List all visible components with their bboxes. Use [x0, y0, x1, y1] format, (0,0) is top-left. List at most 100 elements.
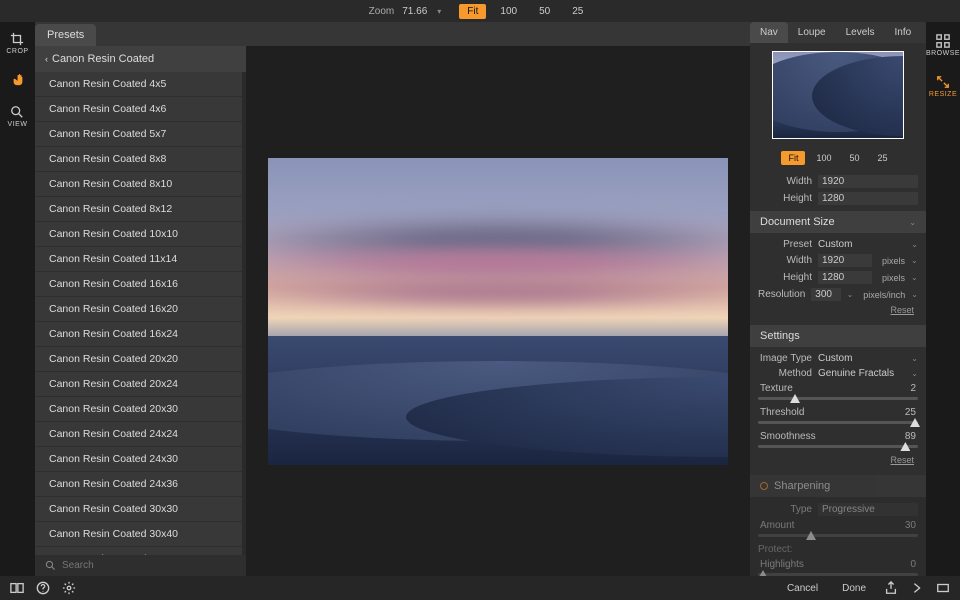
doc-height-input[interactable]: 1280 — [818, 271, 872, 284]
done-button[interactable]: Done — [836, 581, 872, 596]
doc-reset[interactable]: Reset — [758, 303, 918, 317]
search-input[interactable] — [62, 560, 236, 571]
view-tool[interactable]: VIEW — [8, 105, 28, 128]
settings-reset[interactable]: Reset — [758, 453, 918, 467]
preset-item[interactable]: Canon Resin Coated 10x10 — [35, 222, 242, 247]
width-value[interactable]: 1920 — [818, 175, 918, 188]
resize-icon — [936, 75, 950, 89]
resolution-input[interactable]: 300 — [811, 288, 840, 301]
height-unit[interactable]: pixels — [882, 273, 905, 283]
preset-item[interactable]: Canon Resin Coated 24x30 — [35, 447, 242, 472]
zoom-25-button[interactable]: 25 — [564, 4, 591, 19]
chevron-down-icon[interactable]: ⌄ — [911, 369, 918, 378]
presets-panel: ‹ Canon Resin Coated Canon Resin Coated … — [35, 46, 246, 576]
left-tabs: Presets — [35, 22, 750, 46]
highlights-slider[interactable]: Highlights0 — [758, 557, 918, 576]
doc-width-input[interactable]: 1920 — [818, 254, 872, 267]
preset-item[interactable]: Canon Resin Coated 16x20 — [35, 297, 242, 322]
pan-tool[interactable] — [11, 73, 25, 87]
info-tab[interactable]: Info — [885, 22, 922, 43]
nav-tab[interactable]: Nav — [750, 22, 788, 43]
preset-item[interactable]: Canon Resin Coated 24x36 — [35, 472, 242, 497]
chevron-down-icon[interactable]: ⌄ — [911, 354, 918, 363]
preset-item[interactable]: Canon Resin Coated 24x24 — [35, 422, 242, 447]
loupe-tab[interactable]: Loupe — [788, 22, 836, 43]
crop-icon — [10, 32, 24, 46]
canvas[interactable] — [246, 46, 750, 576]
nav-zoom-row: Fit 100 50 25 — [750, 147, 926, 173]
settings-body: Image TypeCustom⌄ MethodGenuine Fractals… — [750, 347, 926, 475]
sharpening-header[interactable]: Sharpening — [750, 475, 926, 497]
chevron-down-icon[interactable]: ▾ — [437, 7, 441, 16]
protect-label: Protect: — [758, 542, 918, 557]
preset-item[interactable]: Canon Resin Coated 8x12 — [35, 197, 242, 222]
chevron-down-icon[interactable]: ⌄ — [911, 290, 918, 299]
image-type-select[interactable]: Custom — [818, 353, 905, 364]
crop-tool[interactable]: CROP — [6, 32, 28, 55]
document-size-header[interactable]: Document Size⌄ — [750, 211, 926, 233]
preset-item[interactable]: Canon Resin Coated 5x7 — [35, 122, 242, 147]
preset-item[interactable]: Canon Resin Coated 30x45 — [35, 547, 242, 555]
texture-slider[interactable]: Texture2 — [758, 381, 918, 405]
cancel-button[interactable]: Cancel — [781, 581, 824, 596]
zoom-100-button[interactable]: 100 — [492, 4, 525, 19]
help-icon[interactable] — [36, 581, 50, 595]
right-toolbar: BROWSE RESIZE — [926, 22, 960, 576]
presets-tab[interactable]: Presets — [35, 24, 96, 46]
hand-icon — [11, 73, 25, 87]
height-label: Height — [758, 193, 812, 204]
preset-item[interactable]: Canon Resin Coated 4x6 — [35, 97, 242, 122]
export-icon[interactable] — [884, 581, 898, 595]
dual-view-icon[interactable] — [10, 581, 24, 595]
preset-item[interactable]: Canon Resin Coated 30x30 — [35, 497, 242, 522]
width-unit[interactable]: pixels — [882, 256, 905, 266]
nav-zoom-fit[interactable]: Fit — [781, 151, 805, 165]
preset-item[interactable]: Canon Resin Coated 30x40 — [35, 522, 242, 547]
preset-list[interactable]: Canon Resin Coated 4x5Canon Resin Coated… — [35, 72, 246, 555]
chevron-down-icon[interactable]: ⌄ — [911, 273, 918, 282]
height-value[interactable]: 1280 — [818, 192, 918, 205]
toggle-icon[interactable] — [760, 482, 768, 490]
preset-item[interactable]: Canon Resin Coated 20x30 — [35, 397, 242, 422]
nav-zoom-100[interactable]: 100 — [809, 151, 838, 165]
right-panel: Nav Loupe Levels Info Fit 100 50 25 Widt… — [750, 22, 926, 576]
chevron-down-icon[interactable]: ⌄ — [847, 290, 854, 299]
settings-header[interactable]: Settings — [750, 325, 926, 347]
levels-tab[interactable]: Levels — [836, 22, 885, 43]
preset-item[interactable]: Canon Resin Coated 20x24 — [35, 372, 242, 397]
next-icon[interactable] — [910, 581, 924, 595]
width-label: Width — [758, 176, 812, 187]
chevron-down-icon[interactable]: ⌄ — [911, 240, 918, 249]
preset-select[interactable]: Custom — [818, 239, 905, 250]
preset-item[interactable]: Canon Resin Coated 11x14 — [35, 247, 242, 272]
zoom-value[interactable]: 71.66 — [402, 6, 427, 17]
resize-tool[interactable]: RESIZE — [929, 75, 957, 98]
zoom-fit-button[interactable]: Fit — [459, 4, 486, 19]
browse-tool[interactable]: BROWSE — [926, 34, 960, 57]
grid-icon — [936, 34, 950, 48]
sharpen-type-select[interactable]: Progressive — [818, 503, 918, 516]
rect-icon[interactable] — [936, 581, 950, 595]
resolution-unit[interactable]: pixels/inch — [863, 290, 905, 300]
preset-category-header[interactable]: ‹ Canon Resin Coated — [35, 46, 246, 72]
nav-preview — [750, 43, 926, 147]
magnify-icon — [10, 105, 24, 119]
threshold-slider[interactable]: Threshold25 — [758, 405, 918, 429]
nav-zoom-50[interactable]: 50 — [843, 151, 867, 165]
preset-item[interactable]: Canon Resin Coated 8x8 — [35, 147, 242, 172]
preset-search[interactable] — [35, 555, 246, 576]
preset-item[interactable]: Canon Resin Coated 8x10 — [35, 172, 242, 197]
zoom-50-button[interactable]: 50 — [531, 4, 558, 19]
preset-item[interactable]: Canon Resin Coated 4x5 — [35, 72, 242, 97]
preset-item[interactable]: Canon Resin Coated 16x24 — [35, 322, 242, 347]
nav-zoom-25[interactable]: 25 — [871, 151, 895, 165]
preset-item[interactable]: Canon Resin Coated 20x20 — [35, 347, 242, 372]
amount-slider[interactable]: Amount30 — [758, 518, 918, 542]
preset-item[interactable]: Canon Resin Coated 16x16 — [35, 272, 242, 297]
smoothness-slider[interactable]: Smoothness89 — [758, 429, 918, 453]
gear-icon[interactable] — [62, 581, 76, 595]
sharpening-body: TypeProgressive Amount30 Protect: Highli… — [750, 497, 926, 576]
nav-thumbnail[interactable] — [772, 51, 904, 139]
method-select[interactable]: Genuine Fractals — [818, 368, 905, 379]
chevron-down-icon[interactable]: ⌄ — [911, 256, 918, 265]
